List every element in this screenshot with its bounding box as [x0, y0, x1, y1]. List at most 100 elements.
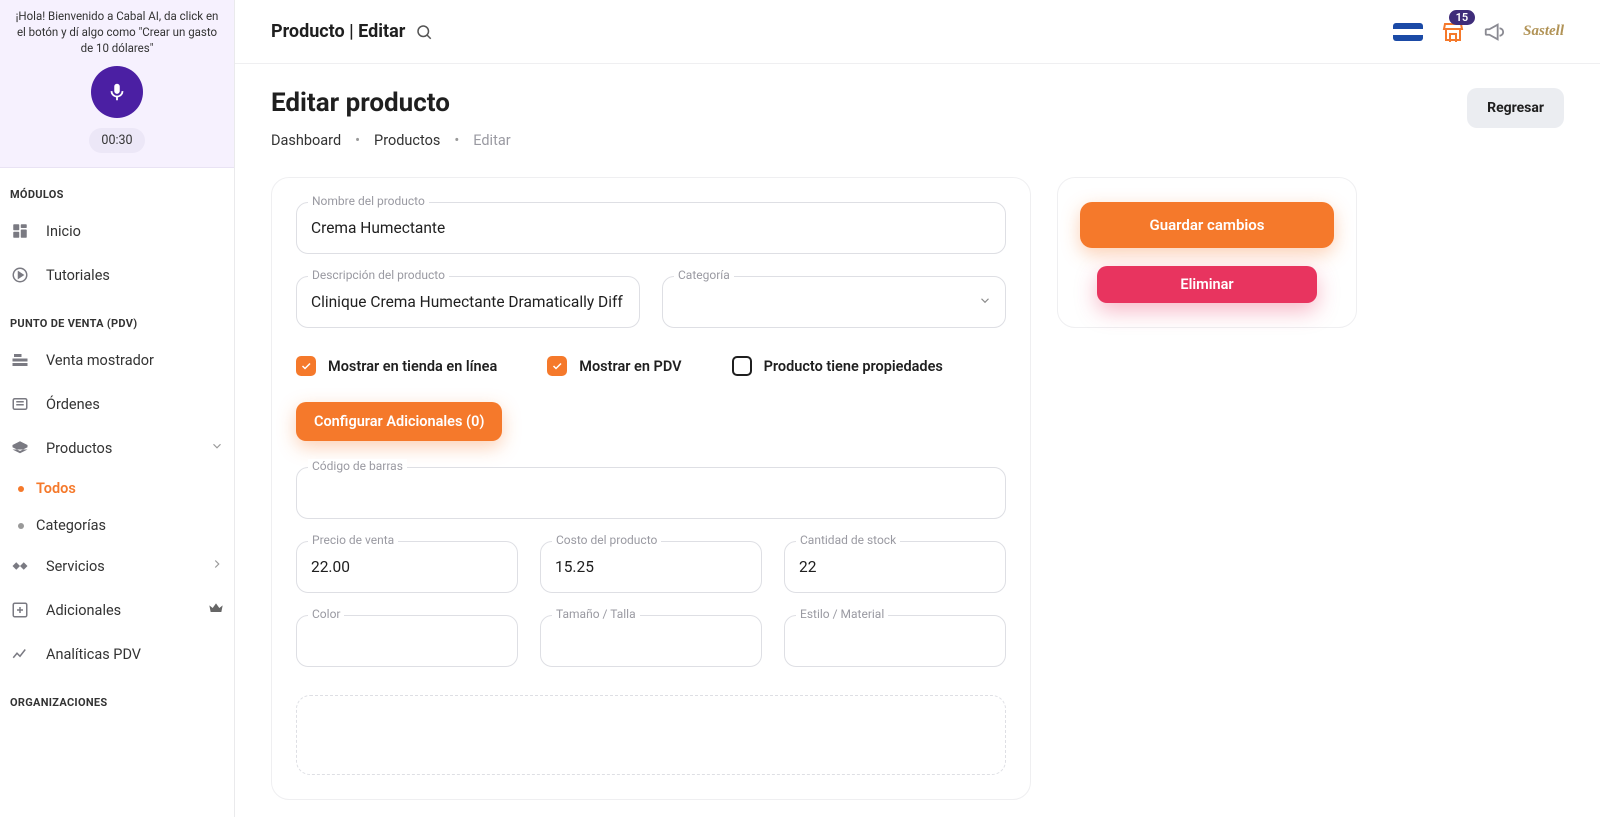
- sidebar-subitem-label: Todos: [36, 480, 76, 497]
- sidebar-item-servicios[interactable]: Servicios: [0, 544, 234, 588]
- delete-button[interactable]: Eliminar: [1097, 266, 1317, 303]
- checkbox-icon: [296, 356, 316, 376]
- ai-welcome-text: ¡Hola! Bienvenido a Cabal AI, da click e…: [12, 8, 222, 56]
- sidebar: ¡Hola! Bienvenido a Cabal AI, da click e…: [0, 0, 235, 817]
- price-input[interactable]: [296, 541, 518, 593]
- cash-register-icon: [10, 350, 30, 370]
- cost-input[interactable]: [540, 541, 762, 593]
- field-descripcion: Descripción del producto: [296, 276, 640, 328]
- topbar-right: 15 Sastell: [1393, 20, 1564, 44]
- field-categoria: Categoría: [662, 276, 1006, 328]
- page-title-text: Producto | Editar: [271, 21, 405, 42]
- field-label: Tamaño / Talla: [552, 607, 640, 621]
- topbar: Producto | Editar 15 Sastell: [235, 0, 1600, 64]
- ai-assistant-panel: ¡Hola! Bienvenido a Cabal AI, da click e…: [0, 0, 234, 168]
- sidebar-item-inicio[interactable]: Inicio: [0, 209, 234, 253]
- category-select[interactable]: [662, 276, 1006, 328]
- field-label: Descripción del producto: [308, 268, 449, 282]
- sidebar-item-label: Analíticas PDV: [46, 646, 141, 663]
- play-circle-icon: [10, 265, 30, 285]
- product-description-input[interactable]: [296, 276, 640, 328]
- chevron-down-icon: [210, 439, 224, 457]
- ai-timer: 00:30: [89, 128, 144, 153]
- section-title-pdv: PUNTO DE VENTA (PDV): [0, 297, 234, 338]
- panels: Nombre del producto Descripción del prod…: [271, 177, 1564, 800]
- page-title: Producto | Editar: [271, 21, 433, 42]
- image-dropzone[interactable]: [296, 695, 1006, 775]
- bullet-icon: [18, 523, 24, 529]
- checkbox-has-properties[interactable]: Producto tiene propiedades: [732, 356, 943, 376]
- chevron-right-icon: [210, 557, 224, 575]
- breadcrumb-sep: •: [355, 132, 360, 149]
- dashboard-icon: [10, 221, 30, 241]
- section-title-organizaciones: ORGANIZACIONES: [0, 676, 234, 717]
- stock-input[interactable]: [784, 541, 1006, 593]
- sidebar-item-productos[interactable]: Productos: [0, 426, 234, 470]
- content-header: Editar producto Dashboard • Productos • …: [271, 88, 1564, 149]
- checkbox-show-online[interactable]: Mostrar en tienda en línea: [296, 356, 497, 376]
- sidebar-item-label: Venta mostrador: [46, 352, 154, 369]
- breadcrumb-current: Editar: [473, 132, 510, 149]
- breadcrumb-dashboard[interactable]: Dashboard: [271, 132, 341, 149]
- field-label: Cantidad de stock: [796, 533, 900, 547]
- barcode-input[interactable]: [296, 467, 1006, 519]
- breadcrumb-sep: •: [454, 132, 459, 149]
- microphone-icon: [106, 81, 128, 103]
- field-codigo: Código de barras: [296, 467, 1006, 519]
- sidebar-item-label: Órdenes: [46, 396, 100, 413]
- main: Producto | Editar 15 Sastell Editar prod…: [235, 0, 1600, 817]
- field-label: Nombre del producto: [308, 194, 429, 208]
- style-input[interactable]: [784, 615, 1006, 667]
- product-form-card: Nombre del producto Descripción del prod…: [271, 177, 1031, 800]
- sidebar-item-tutoriales[interactable]: Tutoriales: [0, 253, 234, 297]
- sidebar-subitem-categorias[interactable]: Categorías: [0, 507, 234, 544]
- sidebar-item-label: Tutoriales: [46, 267, 110, 284]
- field-stock: Cantidad de stock: [784, 541, 1006, 593]
- products-icon: [10, 438, 30, 458]
- checkbox-show-pdv[interactable]: Mostrar en PDV: [547, 356, 681, 376]
- sidebar-subitem-todos[interactable]: Todos: [0, 470, 234, 507]
- checkbox-label: Producto tiene propiedades: [764, 358, 943, 375]
- size-input[interactable]: [540, 615, 762, 667]
- sidebar-item-venta-mostrador[interactable]: Venta mostrador: [0, 338, 234, 382]
- orders-icon: [10, 394, 30, 414]
- field-label: Estilo / Material: [796, 607, 888, 621]
- analytics-icon: [10, 644, 30, 664]
- content: Editar producto Dashboard • Productos • …: [235, 64, 1600, 817]
- checkbox-icon: [547, 356, 567, 376]
- product-name-input[interactable]: [296, 202, 1006, 254]
- search-icon[interactable]: [415, 23, 433, 41]
- field-label: Color: [308, 607, 344, 621]
- sidebar-item-label: Inicio: [46, 223, 81, 240]
- field-talla: Tamaño / Talla: [540, 615, 762, 667]
- page-heading: Editar producto: [271, 88, 511, 118]
- actions-card: Guardar cambios Eliminar: [1057, 177, 1357, 328]
- sidebar-item-analiticas[interactable]: Analíticas PDV: [0, 632, 234, 676]
- country-flag-sv[interactable]: [1393, 23, 1423, 41]
- sidebar-item-label: Servicios: [46, 558, 105, 575]
- megaphone-icon[interactable]: [1483, 21, 1505, 43]
- checkbox-icon: [732, 356, 752, 376]
- bullet-icon: [18, 486, 24, 492]
- save-button[interactable]: Guardar cambios: [1080, 202, 1334, 248]
- sidebar-item-adicionales[interactable]: Adicionales: [0, 588, 234, 632]
- handshake-icon: [10, 556, 30, 576]
- sidebar-subitem-label: Categorías: [36, 517, 106, 534]
- crown-icon: [208, 600, 224, 620]
- field-label: Código de barras: [308, 459, 407, 473]
- mic-button[interactable]: [91, 66, 143, 118]
- sidebar-item-ordenes[interactable]: Órdenes: [0, 382, 234, 426]
- brand-logo[interactable]: Sastell: [1523, 23, 1564, 40]
- plus-square-icon: [10, 600, 30, 620]
- store-button[interactable]: 15: [1441, 20, 1465, 44]
- field-label: Categoría: [674, 268, 734, 282]
- configure-additionals-button[interactable]: Configurar Adicionales (0): [296, 402, 502, 441]
- color-input[interactable]: [296, 615, 518, 667]
- checkbox-label: Mostrar en PDV: [579, 358, 681, 375]
- notification-badge: 15: [1449, 10, 1476, 25]
- back-button[interactable]: Regresar: [1467, 88, 1564, 128]
- field-color: Color: [296, 615, 518, 667]
- field-estilo: Estilo / Material: [784, 615, 1006, 667]
- breadcrumb: Dashboard • Productos • Editar: [271, 132, 511, 149]
- breadcrumb-productos[interactable]: Productos: [374, 132, 440, 149]
